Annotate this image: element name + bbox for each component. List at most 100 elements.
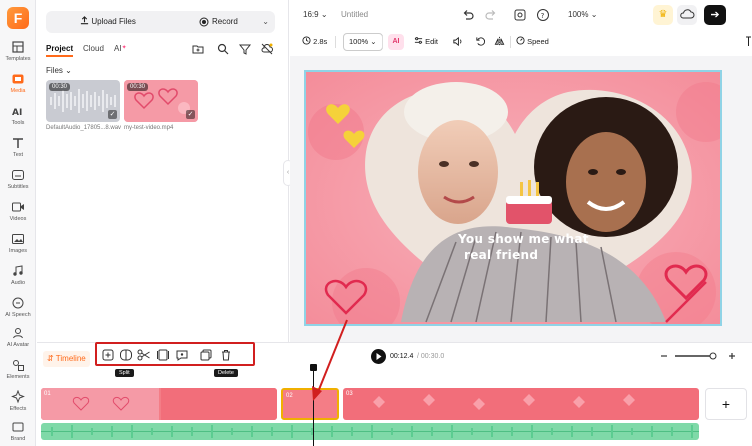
check-icon[interactable]: ✓ (108, 110, 117, 119)
tab-project[interactable]: Project (46, 44, 74, 57)
delete-icon[interactable] (219, 349, 233, 361)
rail-subtitles[interactable]: Subtitles (0, 168, 36, 198)
undo-icon[interactable] (461, 8, 475, 22)
cloud-save-button[interactable] (677, 5, 697, 25)
left-rail: F Templates Media AI Tools Text Subtitle… (0, 0, 36, 446)
divider (382, 36, 383, 48)
total-time: / 00:30.0 (417, 353, 445, 360)
playhead-handle[interactable] (310, 364, 317, 371)
rail-ai-avatar[interactable]: AI Avatar (0, 326, 36, 356)
speed-label: Speed (527, 37, 549, 46)
search-icon[interactable] (216, 42, 230, 56)
timeline-tab[interactable]: ⇵ Timeline (43, 351, 90, 367)
rail-ai-speech[interactable]: AI Speech (0, 296, 36, 326)
rail-audio[interactable]: Audio (0, 264, 36, 294)
check-icon[interactable]: ✓ (186, 110, 195, 119)
crown-icon[interactable]: ♛ (653, 5, 673, 25)
redo-icon[interactable] (484, 8, 498, 22)
rail-label: Videos (9, 216, 27, 222)
ai-edit-button[interactable]: AI (388, 34, 404, 50)
project-title[interactable]: Untitled (341, 10, 368, 19)
audio-track[interactable] (41, 423, 699, 440)
scissors-icon[interactable] (137, 349, 151, 361)
speed-button[interactable]: Speed (516, 33, 549, 51)
chevron-down-icon[interactable]: ⌄ (262, 11, 269, 33)
scale-value: 100% (349, 37, 369, 46)
media-thumb-video[interactable]: 00:30 ✓ (124, 80, 198, 122)
volume-icon[interactable] (452, 36, 463, 47)
cloud-off-icon[interactable] (260, 42, 274, 56)
rail-media[interactable]: Media (0, 72, 36, 102)
help-icon[interactable]: ? (536, 8, 550, 22)
add-icon[interactable] (101, 349, 115, 361)
scale-select[interactable]: 100% ⌄ (343, 33, 383, 51)
duration-value: 2.8s (313, 37, 328, 46)
fullscreen-preview-icon[interactable] (513, 8, 527, 22)
files-label-text: Files (46, 66, 63, 75)
ai-tools-icon: AI (12, 108, 22, 118)
caption-line-1[interactable]: You show me what (458, 232, 589, 246)
record-icon (199, 17, 209, 27)
file-name: my-test-video.mp4 (124, 125, 174, 131)
rail-videos[interactable]: Videos (0, 200, 36, 230)
duration-control[interactable]: 2.8s (302, 33, 327, 51)
more-tools-icon[interactable] (745, 36, 752, 47)
rail-tools[interactable]: AI Tools (0, 104, 36, 134)
file-name: DefaultAudio_17805...8.wav (46, 125, 122, 131)
tab-ai-label: AI (114, 44, 122, 53)
timeline-icon: ⇵ (47, 354, 54, 363)
divider (335, 36, 336, 48)
rail-brand[interactable]: Brand (0, 420, 36, 446)
elements-icon (13, 360, 24, 371)
aspect-ratio-select[interactable]: 16:9 ⌄ (303, 10, 328, 19)
split-icon[interactable] (119, 349, 133, 361)
subtitles-icon (12, 170, 24, 180)
export-button[interactable]: ➔ (704, 5, 726, 25)
rail-elements[interactable]: Elements (0, 358, 36, 388)
voiceover-icon[interactable] (175, 349, 189, 361)
svg-text:AI: AI (12, 108, 22, 118)
rail-templates[interactable]: Templates (0, 40, 36, 70)
filter-icon[interactable] (238, 42, 252, 56)
rotate-icon[interactable] (475, 36, 486, 47)
files-section-label[interactable]: Files ⌄ (46, 66, 72, 75)
media-thumb-audio[interactable]: 00:30 ✓ (46, 80, 120, 122)
rail-effects[interactable]: Effects (0, 390, 36, 420)
rail-label: Audio (10, 280, 26, 286)
play-button[interactable] (371, 349, 386, 364)
video-clip[interactable]: 03 (343, 388, 699, 420)
new-folder-icon[interactable] (191, 42, 205, 56)
tab-cloud[interactable]: Cloud (83, 44, 104, 53)
brand-icon (12, 422, 24, 432)
rail-label: Brand (10, 436, 26, 442)
clip-number: 03 (346, 391, 353, 397)
add-clip-button[interactable]: + (705, 388, 747, 420)
rail-label: Tools (11, 120, 25, 126)
zoom-value: 100% (568, 10, 589, 19)
edit-button[interactable]: Edit (414, 33, 438, 51)
rail-images[interactable]: Images (0, 232, 36, 262)
divider (510, 36, 511, 48)
video-canvas[interactable]: You show me what real friend (304, 70, 722, 326)
video-clip-selected[interactable]: 02 (281, 388, 339, 420)
duplicate-icon[interactable] (199, 349, 213, 361)
caption-line-2[interactable]: real friend (464, 248, 538, 262)
clip-frames (373, 394, 635, 410)
tab-ai[interactable]: AI✦ (114, 44, 127, 53)
text-icon (13, 138, 23, 148)
zoom-slider[interactable] (657, 351, 737, 361)
cloud-icon (680, 9, 695, 19)
playhead[interactable] (313, 367, 314, 446)
upload-main[interactable]: Upload Files (46, 11, 170, 33)
clip-frames (41, 388, 277, 420)
rail-text[interactable]: Text (0, 136, 36, 166)
rail-label: Elements (6, 374, 30, 380)
video-clip[interactable]: 01 (41, 388, 277, 420)
images-icon (12, 234, 24, 244)
freeze-frame-icon[interactable] (156, 349, 170, 361)
record-button[interactable]: Record ⌄ (162, 11, 275, 33)
flip-icon[interactable] (494, 36, 505, 47)
zoom-select[interactable]: 100% ⌄ (568, 10, 597, 19)
timeline-zoom (657, 351, 737, 361)
app-logo[interactable]: F (7, 7, 29, 29)
